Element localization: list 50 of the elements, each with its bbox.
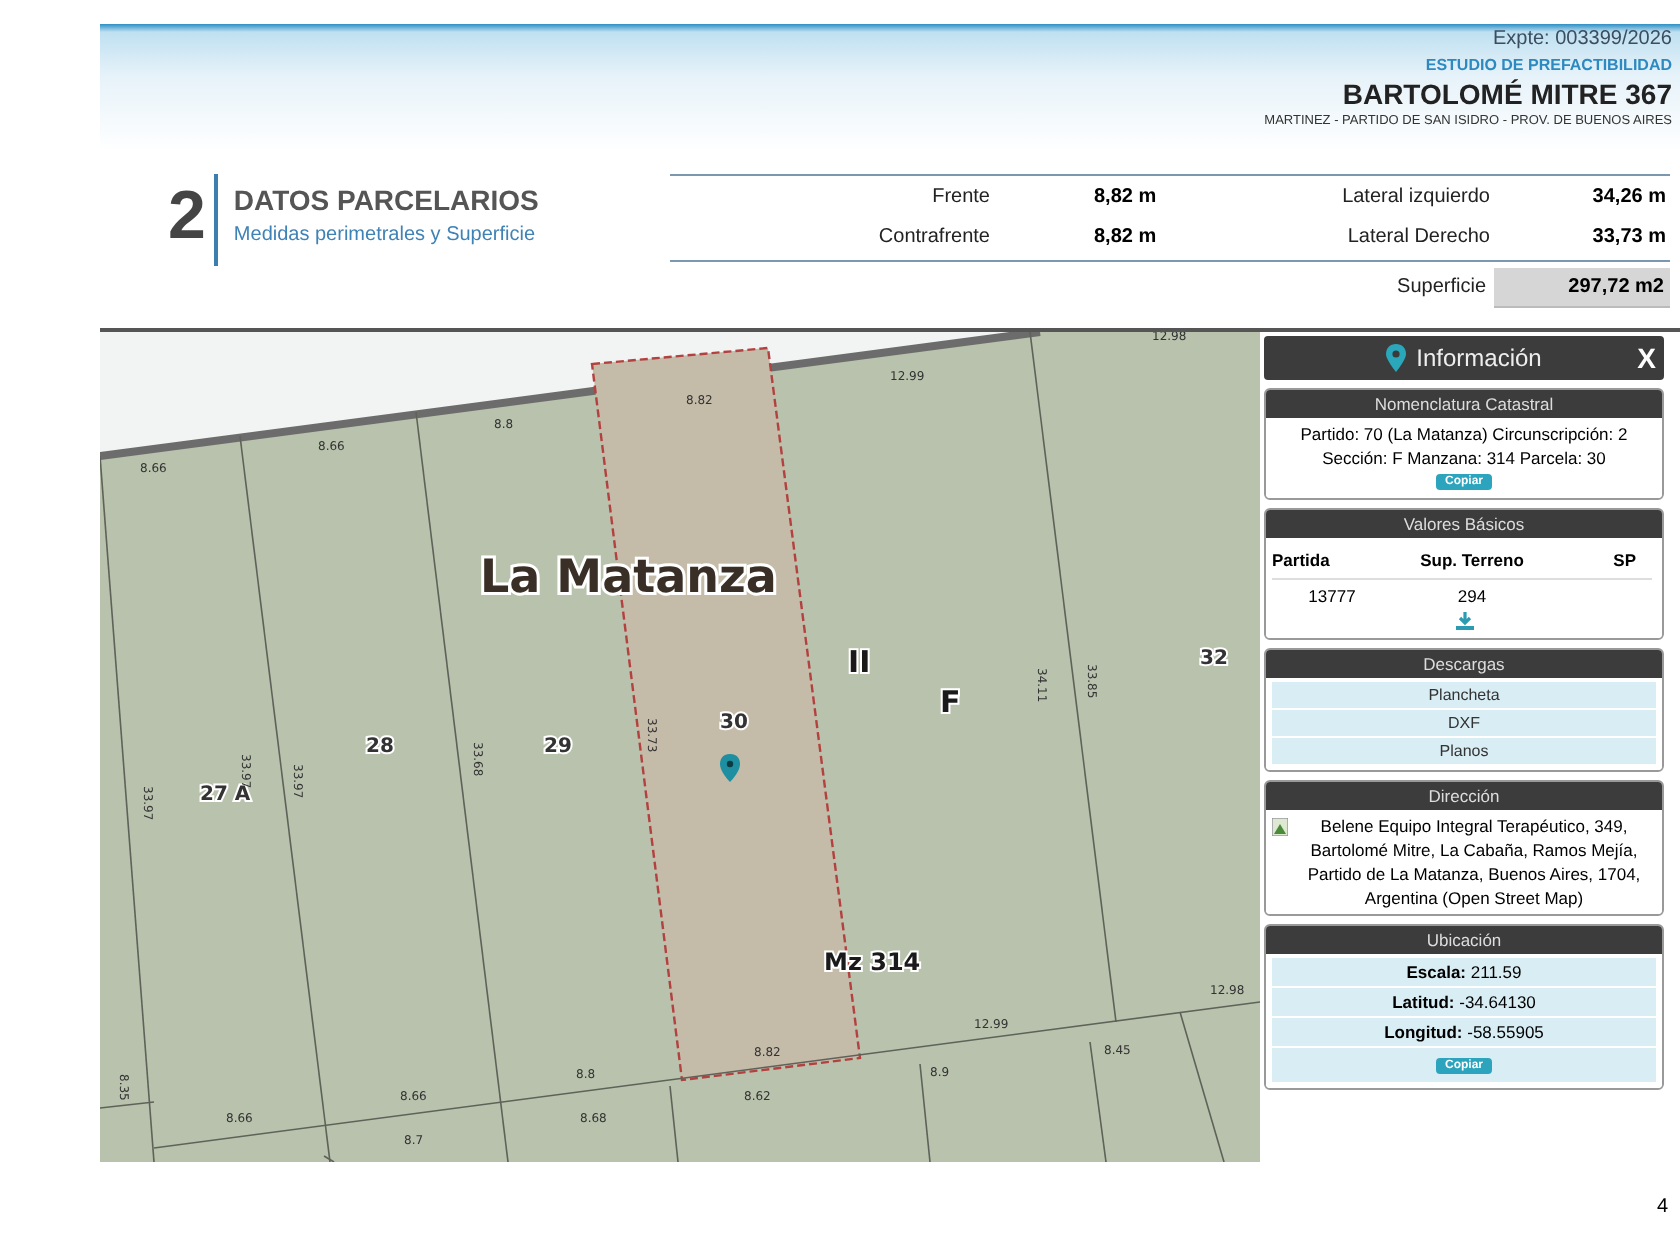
measure-value: 8,82 m	[1094, 186, 1157, 208]
panel-title: Información	[1416, 344, 1542, 372]
download-link[interactable]: Plancheta	[1272, 682, 1656, 710]
section-title: DATOS PARCELARIOS	[233, 184, 539, 216]
location-pin-icon	[720, 754, 740, 782]
study-title: ESTUDIO DE PREFACTIBILIDAD	[1425, 56, 1672, 74]
table-cell-text: 13777	[1306, 584, 1358, 606]
cadastral-text: Sección: F Manzana: 314 Parcela: 30	[1322, 446, 1606, 470]
measure-value: 8,82 m	[1094, 226, 1157, 248]
location-field: Longitud: -58.55905	[1272, 1018, 1656, 1048]
zone-label: F	[940, 684, 961, 720]
close-button[interactable]: X	[1637, 342, 1656, 374]
file-number: Expte: 003399/2026	[1492, 28, 1672, 50]
block-label: Mz 314	[824, 948, 921, 976]
measure-value: 34,26 m	[1592, 186, 1666, 208]
location-field: Latitud: -34.64130	[1272, 988, 1656, 1018]
address-text: Belene Equipo Integral Terapéutico, 349, Bartolomé Mitre, La Cabaña, Ramos Mejía, Partido de La Matanza, Buenos Aires, 1704, Argentina (Open Street Map)	[1305, 814, 1643, 910]
location-field: Escala: 211.59	[1272, 958, 1656, 988]
parcel-number: 29	[544, 736, 572, 758]
locality-label: La Matanza	[480, 552, 777, 604]
measure-label: Frente	[932, 186, 990, 208]
column-header: Sup. Terreno	[1392, 542, 1552, 580]
measure-label: Lateral Derecho	[1347, 226, 1490, 248]
surface-value: 297,72 m2	[1494, 268, 1670, 308]
zone-label: II	[848, 644, 871, 680]
section-header: Valores Básicos	[1266, 510, 1662, 538]
parcel-number: 28	[366, 736, 394, 758]
parcel-number: 32	[1200, 648, 1228, 670]
section-header: Ubicación	[1266, 926, 1662, 954]
section-header: Descargas	[1266, 650, 1662, 678]
download-link[interactable]: DXF	[1272, 710, 1656, 738]
measure-value: 33,73 m	[1592, 226, 1666, 248]
cadastral-text: Partido: 70 (La Matanza) Circunscripción: 2	[1300, 422, 1628, 446]
parcel-number: 30	[720, 712, 748, 734]
column-header: Partida	[1272, 542, 1392, 580]
map-image-icon	[1272, 818, 1288, 836]
address-title: BARTOLOMÉ MITRE 367	[1342, 78, 1672, 110]
section-number: 2	[168, 182, 206, 250]
column-header: SP	[1552, 542, 1652, 580]
table-cell-text: 294	[1455, 584, 1489, 606]
measure-label: Contrafrente	[878, 226, 990, 248]
section-subtitle: Medidas perimetrales y Superficie	[233, 224, 538, 246]
page-number: 4	[1656, 1196, 1668, 1218]
download-link[interactable]: Planos	[1272, 738, 1656, 766]
measure-label: Lateral izquierdo	[1342, 186, 1490, 208]
section-header: Dirección	[1266, 782, 1662, 810]
location-pin-icon	[1386, 344, 1407, 372]
download-icon[interactable]	[1455, 612, 1473, 630]
section-header: Nomenclatura Catastral	[1266, 390, 1662, 418]
surface-label: Superficie	[1397, 274, 1486, 302]
